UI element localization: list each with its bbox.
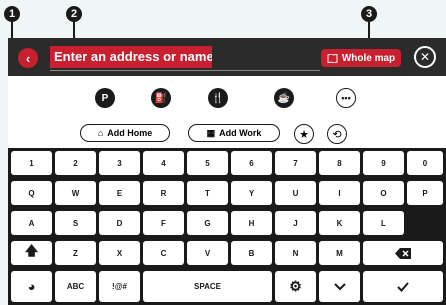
close-button[interactable]: ✕ xyxy=(414,46,436,68)
abc-key[interactable]: ABC xyxy=(55,271,96,302)
whole-map-label: Whole map xyxy=(341,52,396,64)
key-c[interactable]: C xyxy=(143,241,184,265)
search-input[interactable]: Enter an address or name xyxy=(50,46,212,68)
key-i[interactable]: I xyxy=(319,181,360,205)
restaurant-icon: 🍴 xyxy=(211,92,225,104)
done-key[interactable] xyxy=(363,271,443,302)
fuel-pump-icon: ⛽ xyxy=(154,92,168,104)
callout-2: 2 xyxy=(66,6,82,22)
key-m[interactable]: M xyxy=(319,241,360,265)
key-x[interactable]: X xyxy=(99,241,140,265)
key-k[interactable]: K xyxy=(319,211,360,235)
key-d[interactable]: D xyxy=(99,211,140,235)
history-icon: ⟲ xyxy=(332,128,342,141)
key-j[interactable]: J xyxy=(275,211,316,235)
restaurant-category-button[interactable]: 🍴 xyxy=(208,88,228,108)
shift-key[interactable]: 🡅 xyxy=(11,241,52,265)
cafe-category-button[interactable]: ☕ xyxy=(274,88,294,108)
whole-map-button[interactable]: Whole map xyxy=(321,49,401,67)
key-v[interactable]: V xyxy=(187,241,228,265)
search-underline xyxy=(50,70,320,71)
recent-button[interactable]: ⟲ xyxy=(327,124,347,144)
add-home-button[interactable]: ⌂ Add Home xyxy=(80,124,170,142)
key-7[interactable]: 7 xyxy=(275,151,316,175)
key-5[interactable]: 5 xyxy=(187,151,228,175)
key-e[interactable]: E xyxy=(99,181,140,205)
globe-icon: ◕ xyxy=(27,279,36,294)
key-n[interactable]: N xyxy=(275,241,316,265)
callout-1: 1 xyxy=(4,6,20,22)
parking-category-button[interactable]: P xyxy=(95,88,115,108)
key-l[interactable]: L xyxy=(363,211,404,235)
more-categories-button[interactable]: ••• xyxy=(336,88,356,108)
cafe-icon: ☕ xyxy=(277,92,291,104)
key-6[interactable]: 6 xyxy=(231,151,272,175)
key-8[interactable]: 8 xyxy=(319,151,360,175)
back-button[interactable]: ‹ xyxy=(18,48,38,68)
settings-key[interactable]: ⚙ xyxy=(275,271,316,302)
key-1[interactable]: 1 xyxy=(11,151,52,175)
add-home-label: Add Home xyxy=(107,128,153,138)
chevron-down-icon xyxy=(333,282,346,290)
globe-key[interactable]: ◕ xyxy=(11,271,52,302)
key-2[interactable]: 2 xyxy=(55,151,96,175)
backspace-key[interactable] xyxy=(363,241,443,265)
callout-3: 3 xyxy=(361,6,377,22)
home-icon: ⌂ xyxy=(97,128,104,138)
key-o[interactable]: O xyxy=(363,181,404,205)
favorites-button[interactable]: ★ xyxy=(294,124,314,144)
key-9[interactable]: 9 xyxy=(363,151,404,175)
key-r[interactable]: R xyxy=(143,181,184,205)
space-key[interactable]: SPACE xyxy=(143,271,272,302)
key-b[interactable]: B xyxy=(231,241,272,265)
backspace-icon xyxy=(395,247,411,259)
key-p[interactable]: P xyxy=(407,181,443,205)
checkmark-icon xyxy=(397,281,409,292)
key-u[interactable]: U xyxy=(275,181,316,205)
key-t[interactable]: T xyxy=(187,181,228,205)
key-3[interactable]: 3 xyxy=(99,151,140,175)
star-icon: ★ xyxy=(299,128,309,141)
chevron-left-icon: ‹ xyxy=(25,50,31,66)
key-q[interactable]: Q xyxy=(11,181,52,205)
fuel-category-button[interactable]: ⛽ xyxy=(151,88,171,108)
work-icon: ▦ xyxy=(206,127,216,138)
key-w[interactable]: W xyxy=(55,181,96,205)
search-bar: ‹ Enter an address or name Whole map ✕ xyxy=(8,38,446,76)
more-icon: ••• xyxy=(341,93,351,103)
key-z[interactable]: Z xyxy=(55,241,96,265)
add-work-label: Add Work xyxy=(219,128,262,138)
add-work-button[interactable]: ▦ Add Work xyxy=(188,124,280,142)
key-g[interactable]: G xyxy=(187,211,228,235)
key-h[interactable]: H xyxy=(231,211,272,235)
key-s[interactable]: S xyxy=(55,211,96,235)
gear-icon: ⚙ xyxy=(289,278,302,294)
device-screen: ‹ Enter an address or name Whole map ✕ P… xyxy=(8,38,446,305)
close-icon: ✕ xyxy=(419,50,431,64)
shift-icon: 🡅 xyxy=(24,243,39,258)
key-0[interactable]: 0 xyxy=(407,151,443,175)
key-a[interactable]: A xyxy=(11,211,52,235)
key-y[interactable]: Y xyxy=(231,181,272,205)
keyboard: 1 2 3 4 5 6 7 8 9 0 Q W E R T Y U I O P … xyxy=(8,148,446,305)
symbols-key[interactable]: !@# xyxy=(99,271,140,302)
key-4[interactable]: 4 xyxy=(143,151,184,175)
map-icon xyxy=(327,53,338,63)
key-f[interactable]: F xyxy=(143,211,184,235)
hide-keyboard-key[interactable] xyxy=(319,271,360,302)
